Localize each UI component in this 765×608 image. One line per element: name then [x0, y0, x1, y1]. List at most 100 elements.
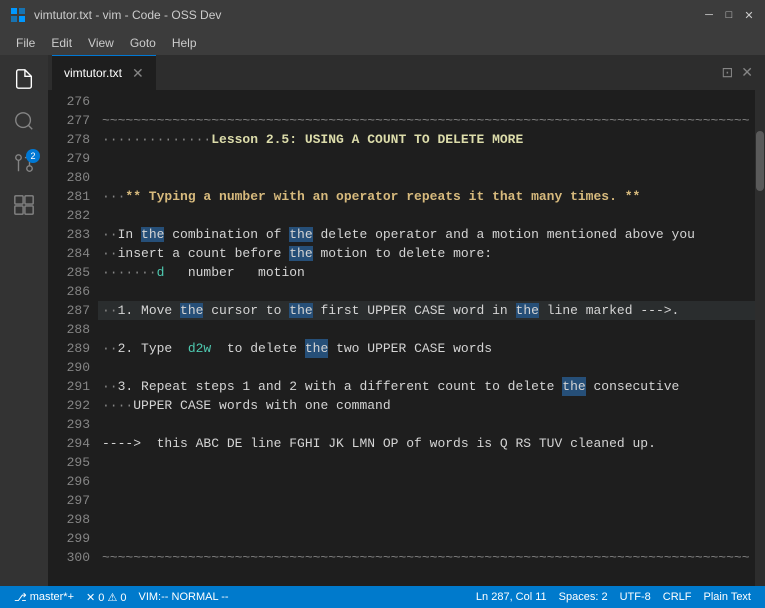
eol-label: CRLF — [663, 591, 692, 603]
eol-item[interactable]: CRLF — [657, 591, 698, 603]
line-number: 293 — [48, 415, 90, 434]
code-line: ··············Lesson 2.5: USING A COUNT … — [98, 130, 755, 149]
code-line: ··2. Type d2w to delete the two UPPER CA… — [98, 339, 755, 358]
code-content[interactable]: ~~~~~~~~~~~~~~~~~~~~~~~~~~~~~~~~~~~~~~~~… — [98, 90, 755, 586]
line-number: 288 — [48, 320, 90, 339]
code-line — [98, 415, 755, 434]
line-number: 299 — [48, 529, 90, 548]
source-control-badge: 2 — [26, 149, 40, 163]
branch-item[interactable]: ⎇ master*+ — [8, 586, 80, 608]
status-bar: ⎇ master*+ ✕ 0 ⚠ 0 VIM:-- NORMAL -- Ln 2… — [0, 586, 765, 608]
code-line — [98, 472, 755, 491]
close-button[interactable]: ✕ — [743, 9, 755, 21]
window-title: vimtutor.txt - vim - Code - OSS Dev — [34, 8, 703, 22]
line-number: 292 — [48, 396, 90, 415]
code-line — [98, 206, 755, 225]
line-number: 298 — [48, 510, 90, 529]
code-line — [98, 168, 755, 187]
position-item[interactable]: Ln 287, Col 11 — [470, 591, 553, 603]
code-line: ····UPPER CASE words with one command — [98, 396, 755, 415]
code-line — [98, 453, 755, 472]
files-icon[interactable] — [4, 59, 44, 99]
code-line — [98, 282, 755, 301]
vertical-scrollbar[interactable] — [755, 90, 765, 586]
line-number: 282 — [48, 206, 90, 225]
code-line: ----> this ABC DE line FGHI JK LMN OP of… — [98, 434, 755, 453]
menu-help[interactable]: Help — [164, 34, 205, 52]
code-line: ··In the combination of the delete opera… — [98, 225, 755, 244]
line-number: 278 — [48, 130, 90, 149]
source-control-icon[interactable]: 2 — [4, 143, 44, 183]
line-number: 295 — [48, 453, 90, 472]
line-number: 285 — [48, 263, 90, 282]
search-icon[interactable] — [4, 101, 44, 141]
tab-close-button[interactable]: ✕ — [132, 65, 144, 82]
position-label: Ln 287, Col 11 — [476, 591, 547, 603]
line-number: 281 — [48, 187, 90, 206]
activity-bar: 2 — [0, 55, 48, 586]
code-line — [98, 92, 755, 111]
line-numbers: 2762772782792802812822832842852862872882… — [48, 90, 98, 586]
menu-bar: File Edit View Goto Help — [0, 30, 765, 55]
menu-view[interactable]: View — [80, 34, 122, 52]
line-number: 294 — [48, 434, 90, 453]
title-bar: vimtutor.txt - vim - Code - OSS Dev ─ □ … — [0, 0, 765, 30]
tab-label: vimtutor.txt — [64, 66, 122, 80]
code-line — [98, 320, 755, 339]
spaces-item[interactable]: Spaces: 2 — [553, 591, 614, 603]
menu-goto[interactable]: Goto — [122, 34, 164, 52]
app-icon — [10, 7, 26, 23]
close-tab-icon[interactable]: ✕ — [741, 64, 753, 81]
vim-mode-item[interactable]: VIM:-- NORMAL -- — [133, 586, 235, 608]
scrollbar-thumb[interactable] — [756, 131, 764, 191]
tab-bar: vimtutor.txt ✕ ⊡ ✕ — [48, 55, 765, 90]
code-line: ~~~~~~~~~~~~~~~~~~~~~~~~~~~~~~~~~~~~~~~~… — [98, 111, 755, 130]
split-editor-icon[interactable]: ⊡ — [722, 64, 734, 81]
editor-area: vimtutor.txt ✕ ⊡ ✕ 276277278279280281282… — [48, 55, 765, 586]
code-editor[interactable]: 2762772782792802812822832842852862872882… — [48, 90, 765, 586]
line-number: 289 — [48, 339, 90, 358]
errors-label: ✕ 0 ⚠ 0 — [86, 591, 126, 604]
errors-item[interactable]: ✕ 0 ⚠ 0 — [80, 586, 132, 608]
menu-edit[interactable]: Edit — [43, 34, 80, 52]
line-number: 277 — [48, 111, 90, 130]
line-number: 290 — [48, 358, 90, 377]
line-number: 286 — [48, 282, 90, 301]
line-number: 276 — [48, 92, 90, 111]
code-line — [98, 510, 755, 529]
minimize-button[interactable]: ─ — [703, 9, 715, 21]
language-item[interactable]: Plain Text — [698, 591, 758, 603]
branch-icon: ⎇ — [14, 591, 27, 604]
code-line — [98, 149, 755, 168]
code-line — [98, 491, 755, 510]
menu-file[interactable]: File — [8, 34, 43, 52]
line-number: 296 — [48, 472, 90, 491]
encoding-label: UTF-8 — [620, 591, 651, 603]
line-number: 300 — [48, 548, 90, 567]
line-number: 283 — [48, 225, 90, 244]
line-number: 279 — [48, 149, 90, 168]
window-controls: ─ □ ✕ — [703, 9, 755, 21]
tab-vimtutor[interactable]: vimtutor.txt ✕ — [52, 55, 156, 90]
code-line — [98, 358, 755, 377]
code-line: ···** Typing a number with an operator r… — [98, 187, 755, 206]
status-right: Ln 287, Col 11 Spaces: 2 UTF-8 CRLF Plai… — [470, 591, 757, 603]
line-number: 291 — [48, 377, 90, 396]
vim-mode-label: VIM:-- NORMAL -- — [139, 591, 229, 603]
extensions-icon[interactable] — [4, 185, 44, 225]
language-label: Plain Text — [704, 591, 752, 603]
code-line: ·······d number motion — [98, 263, 755, 282]
code-line — [98, 529, 755, 548]
line-number: 284 — [48, 244, 90, 263]
code-line: ~~~~~~~~~~~~~~~~~~~~~~~~~~~~~~~~~~~~~~~~… — [98, 548, 755, 567]
line-number: 280 — [48, 168, 90, 187]
main-area: 2 vimtutor.txt ✕ ⊡ ✕ 27627727827 — [0, 55, 765, 586]
line-number: 297 — [48, 491, 90, 510]
code-line: ··insert a count before the motion to de… — [98, 244, 755, 263]
encoding-item[interactable]: UTF-8 — [614, 591, 657, 603]
code-line: ··3. Repeat steps 1 and 2 with a differe… — [98, 377, 755, 396]
spaces-label: Spaces: 2 — [559, 591, 608, 603]
maximize-button[interactable]: □ — [723, 9, 735, 21]
tab-actions: ⊡ ✕ — [722, 64, 761, 81]
branch-label: master*+ — [30, 591, 74, 603]
